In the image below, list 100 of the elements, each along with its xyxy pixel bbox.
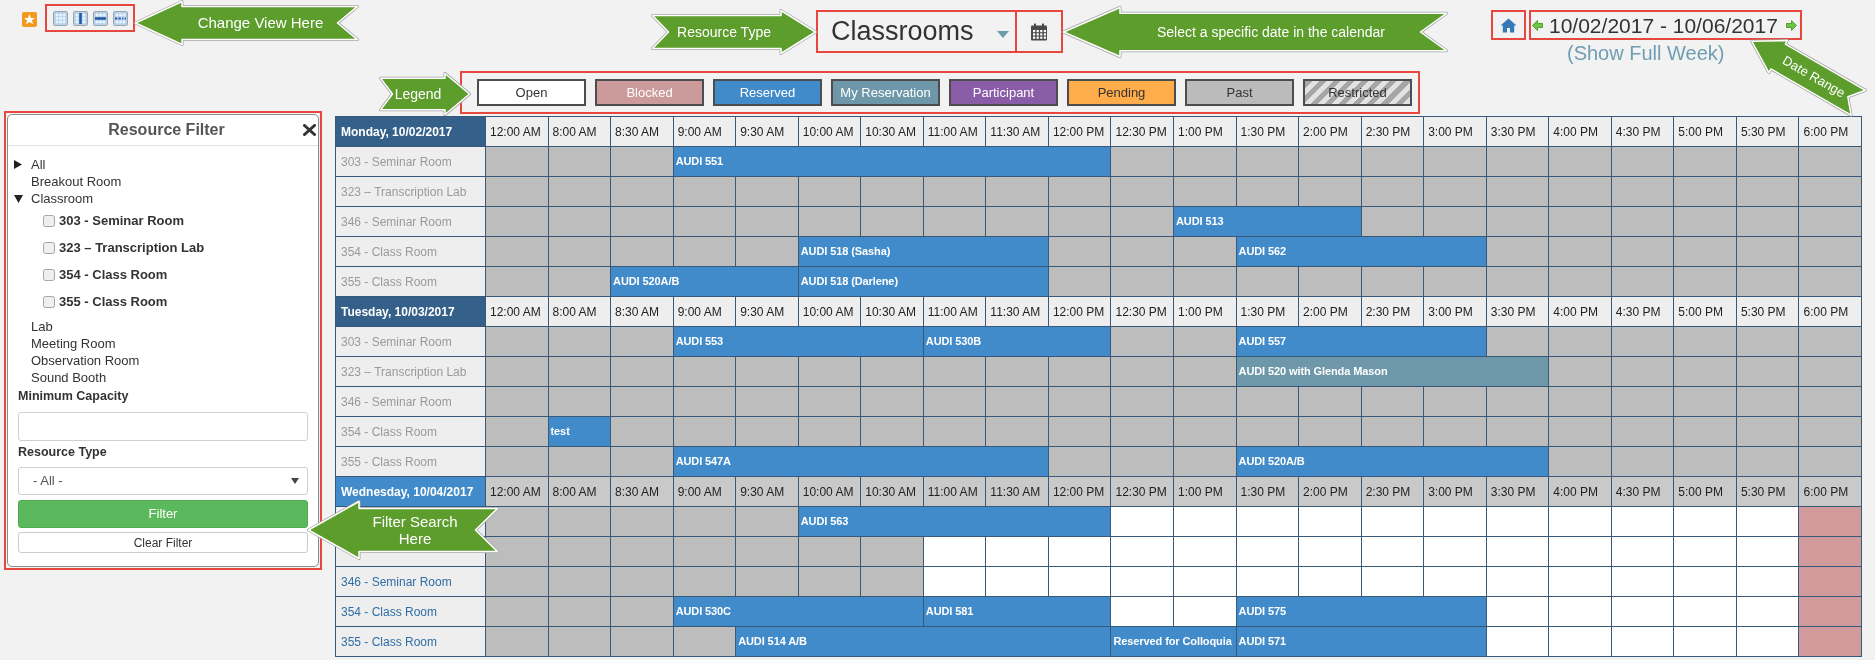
time-header: 3:30 PM — [1486, 477, 1549, 506]
time-header: 12:00 PM — [1048, 297, 1111, 326]
reservation-block[interactable]: AUDI 581 — [923, 597, 1111, 626]
reservation-block[interactable]: AUDI 518 (Sasha) — [798, 237, 1048, 266]
select-field[interactable]: - All - — [18, 467, 308, 495]
callout-arrow: Resource Type — [651, 9, 817, 55]
time-header: 5:00 PM — [1674, 297, 1736, 326]
close-icon[interactable] — [303, 124, 316, 136]
time-header: 12:00 AM — [486, 297, 548, 326]
room-name: 303 - Seminar Room — [336, 147, 485, 176]
table-dashed-row-icon[interactable] — [112, 10, 128, 26]
number-field[interactable] — [18, 412, 308, 441]
time-header: 2:30 PM — [1361, 477, 1424, 506]
time-header: 8:00 AM — [548, 297, 611, 326]
callout-arrow: Select a specific date in the calendar — [1062, 6, 1448, 58]
checkbox[interactable] — [43, 214, 55, 227]
show-full-week-link[interactable]: (Show Full Week) — [1567, 42, 1725, 64]
table-row-icon[interactable] — [92, 10, 108, 26]
time-header: 5:00 PM — [1674, 477, 1736, 506]
checkbox[interactable] — [43, 295, 55, 308]
legend-item: Reserved — [713, 79, 822, 106]
callout-arrow: Legend — [379, 72, 471, 116]
time-header: 5:30 PM — [1736, 477, 1799, 506]
time-header: 12:00 AM — [486, 477, 548, 506]
reservation-block[interactable]: Reserved for Colloquia — [1111, 627, 1236, 656]
reservation-block[interactable]: AUDI 513 — [1174, 207, 1361, 236]
time-header: 1:00 PM — [1174, 117, 1236, 146]
reservation-block[interactable]: AUDI 557 — [1236, 327, 1486, 356]
room-name[interactable]: 355 - Class Room — [336, 627, 485, 656]
reservation-block[interactable]: AUDI 575 — [1236, 597, 1486, 626]
room-name: 355 - Class Room — [336, 447, 485, 476]
checkbox-label[interactable]: 303 - Seminar Room — [59, 210, 184, 231]
time-header: 2:00 PM — [1299, 477, 1361, 506]
reservation-block[interactable]: AUDI 530C — [673, 597, 923, 626]
calendar-icon[interactable] — [1030, 22, 1048, 41]
checkbox-label[interactable]: 323 – Transcription Lab — [59, 237, 205, 258]
room-name: 303 - Seminar Room — [336, 327, 485, 356]
resource-type-dropdown[interactable]: Classrooms — [818, 12, 1015, 51]
star-icon[interactable] — [22, 12, 37, 27]
arrow-right-icon[interactable] — [1785, 19, 1797, 31]
reservation-block[interactable]: AUDI 520 with Glenda Mason — [1236, 357, 1549, 386]
time-header: 11:00 AM — [923, 117, 986, 146]
time-header: 12:00 AM — [486, 117, 548, 146]
time-header: 1:00 PM — [1174, 297, 1236, 326]
reservation-block[interactable]: AUDI 547A — [673, 447, 1048, 476]
reservation-block[interactable]: AUDI 553 — [673, 327, 923, 356]
checkbox-label[interactable]: 354 - Class Room — [59, 264, 168, 285]
reservation-block[interactable]: AUDI 571 — [1236, 627, 1486, 656]
table-column-icon[interactable] — [72, 10, 88, 26]
legend-item: Restricted — [1303, 79, 1412, 106]
time-header: 12:30 PM — [1111, 297, 1173, 326]
reservation-block[interactable]: AUDI 530B — [923, 327, 1111, 356]
reservation-block[interactable]: AUDI 514 A/B — [736, 627, 1111, 656]
reservation-block[interactable]: AUDI 563 — [798, 507, 1111, 536]
time-header: 5:30 PM — [1736, 117, 1799, 146]
clear-button[interactable]: Clear Filter — [18, 532, 308, 553]
reservation-block[interactable]: test — [548, 417, 611, 446]
checkbox[interactable] — [43, 268, 55, 281]
date-range-text: 10/02/2017 - 10/06/2017 — [1549, 14, 1778, 36]
time-header: 5:30 PM — [1736, 297, 1799, 326]
time-header: 1:30 PM — [1236, 297, 1299, 326]
legend-item: My Reservation — [831, 79, 940, 106]
room-name[interactable]: 346 - Seminar Room — [336, 567, 485, 596]
time-header: 6:00 PM — [1799, 477, 1861, 506]
checkbox[interactable] — [43, 241, 55, 254]
panel-title: Resource Filter — [107, 120, 226, 140]
time-header: 3:00 PM — [1424, 477, 1486, 506]
legend-item: Participant — [949, 79, 1058, 106]
reservation-block[interactable]: AUDI 520A/B — [1236, 447, 1549, 476]
time-header: 2:00 PM — [1299, 297, 1361, 326]
time-header: 6:00 PM — [1799, 117, 1861, 146]
time-header: 4:30 PM — [1611, 477, 1674, 506]
room-name: 323 – Transcription Lab — [336, 177, 485, 206]
checkbox-label[interactable]: 355 - Class Room — [59, 291, 168, 312]
time-header: 11:30 AM — [986, 117, 1048, 146]
time-header: 4:30 PM — [1611, 117, 1674, 146]
time-header: 8:30 AM — [611, 477, 673, 506]
reservation-block[interactable]: AUDI 518 (Darlene) — [798, 267, 1048, 296]
arrow-left-icon[interactable] — [1532, 19, 1543, 31]
reservation-block[interactable]: AUDI 520A/B — [611, 267, 798, 296]
home-icon[interactable] — [1500, 17, 1517, 33]
legend-item: Blocked — [595, 79, 704, 106]
time-header: 3:30 PM — [1486, 297, 1549, 326]
time-header: 6:00 PM — [1799, 297, 1861, 326]
time-header: 8:00 AM — [548, 477, 611, 506]
time-header: 11:30 AM — [986, 297, 1048, 326]
caret-right-icon[interactable] — [14, 160, 22, 169]
room-name: 323 – Transcription Lab — [336, 357, 485, 386]
room-name: 346 - Seminar Room — [336, 387, 485, 416]
caret-down-icon[interactable] — [14, 194, 23, 203]
reservation-block[interactable]: AUDI 551 — [673, 147, 1111, 176]
day-header: Tuesday, 10/03/2017 — [336, 297, 485, 326]
filter-button[interactable]: Filter — [18, 500, 308, 528]
reservation-block[interactable]: AUDI 562 — [1236, 237, 1486, 266]
time-header: 9:30 AM — [736, 117, 798, 146]
time-header: 12:00 PM — [1048, 477, 1111, 506]
time-header: 9:00 AM — [673, 117, 736, 146]
time-header: 3:00 PM — [1424, 297, 1486, 326]
legend-item: Open — [477, 79, 586, 106]
room-name[interactable]: 354 - Class Room — [336, 597, 485, 626]
